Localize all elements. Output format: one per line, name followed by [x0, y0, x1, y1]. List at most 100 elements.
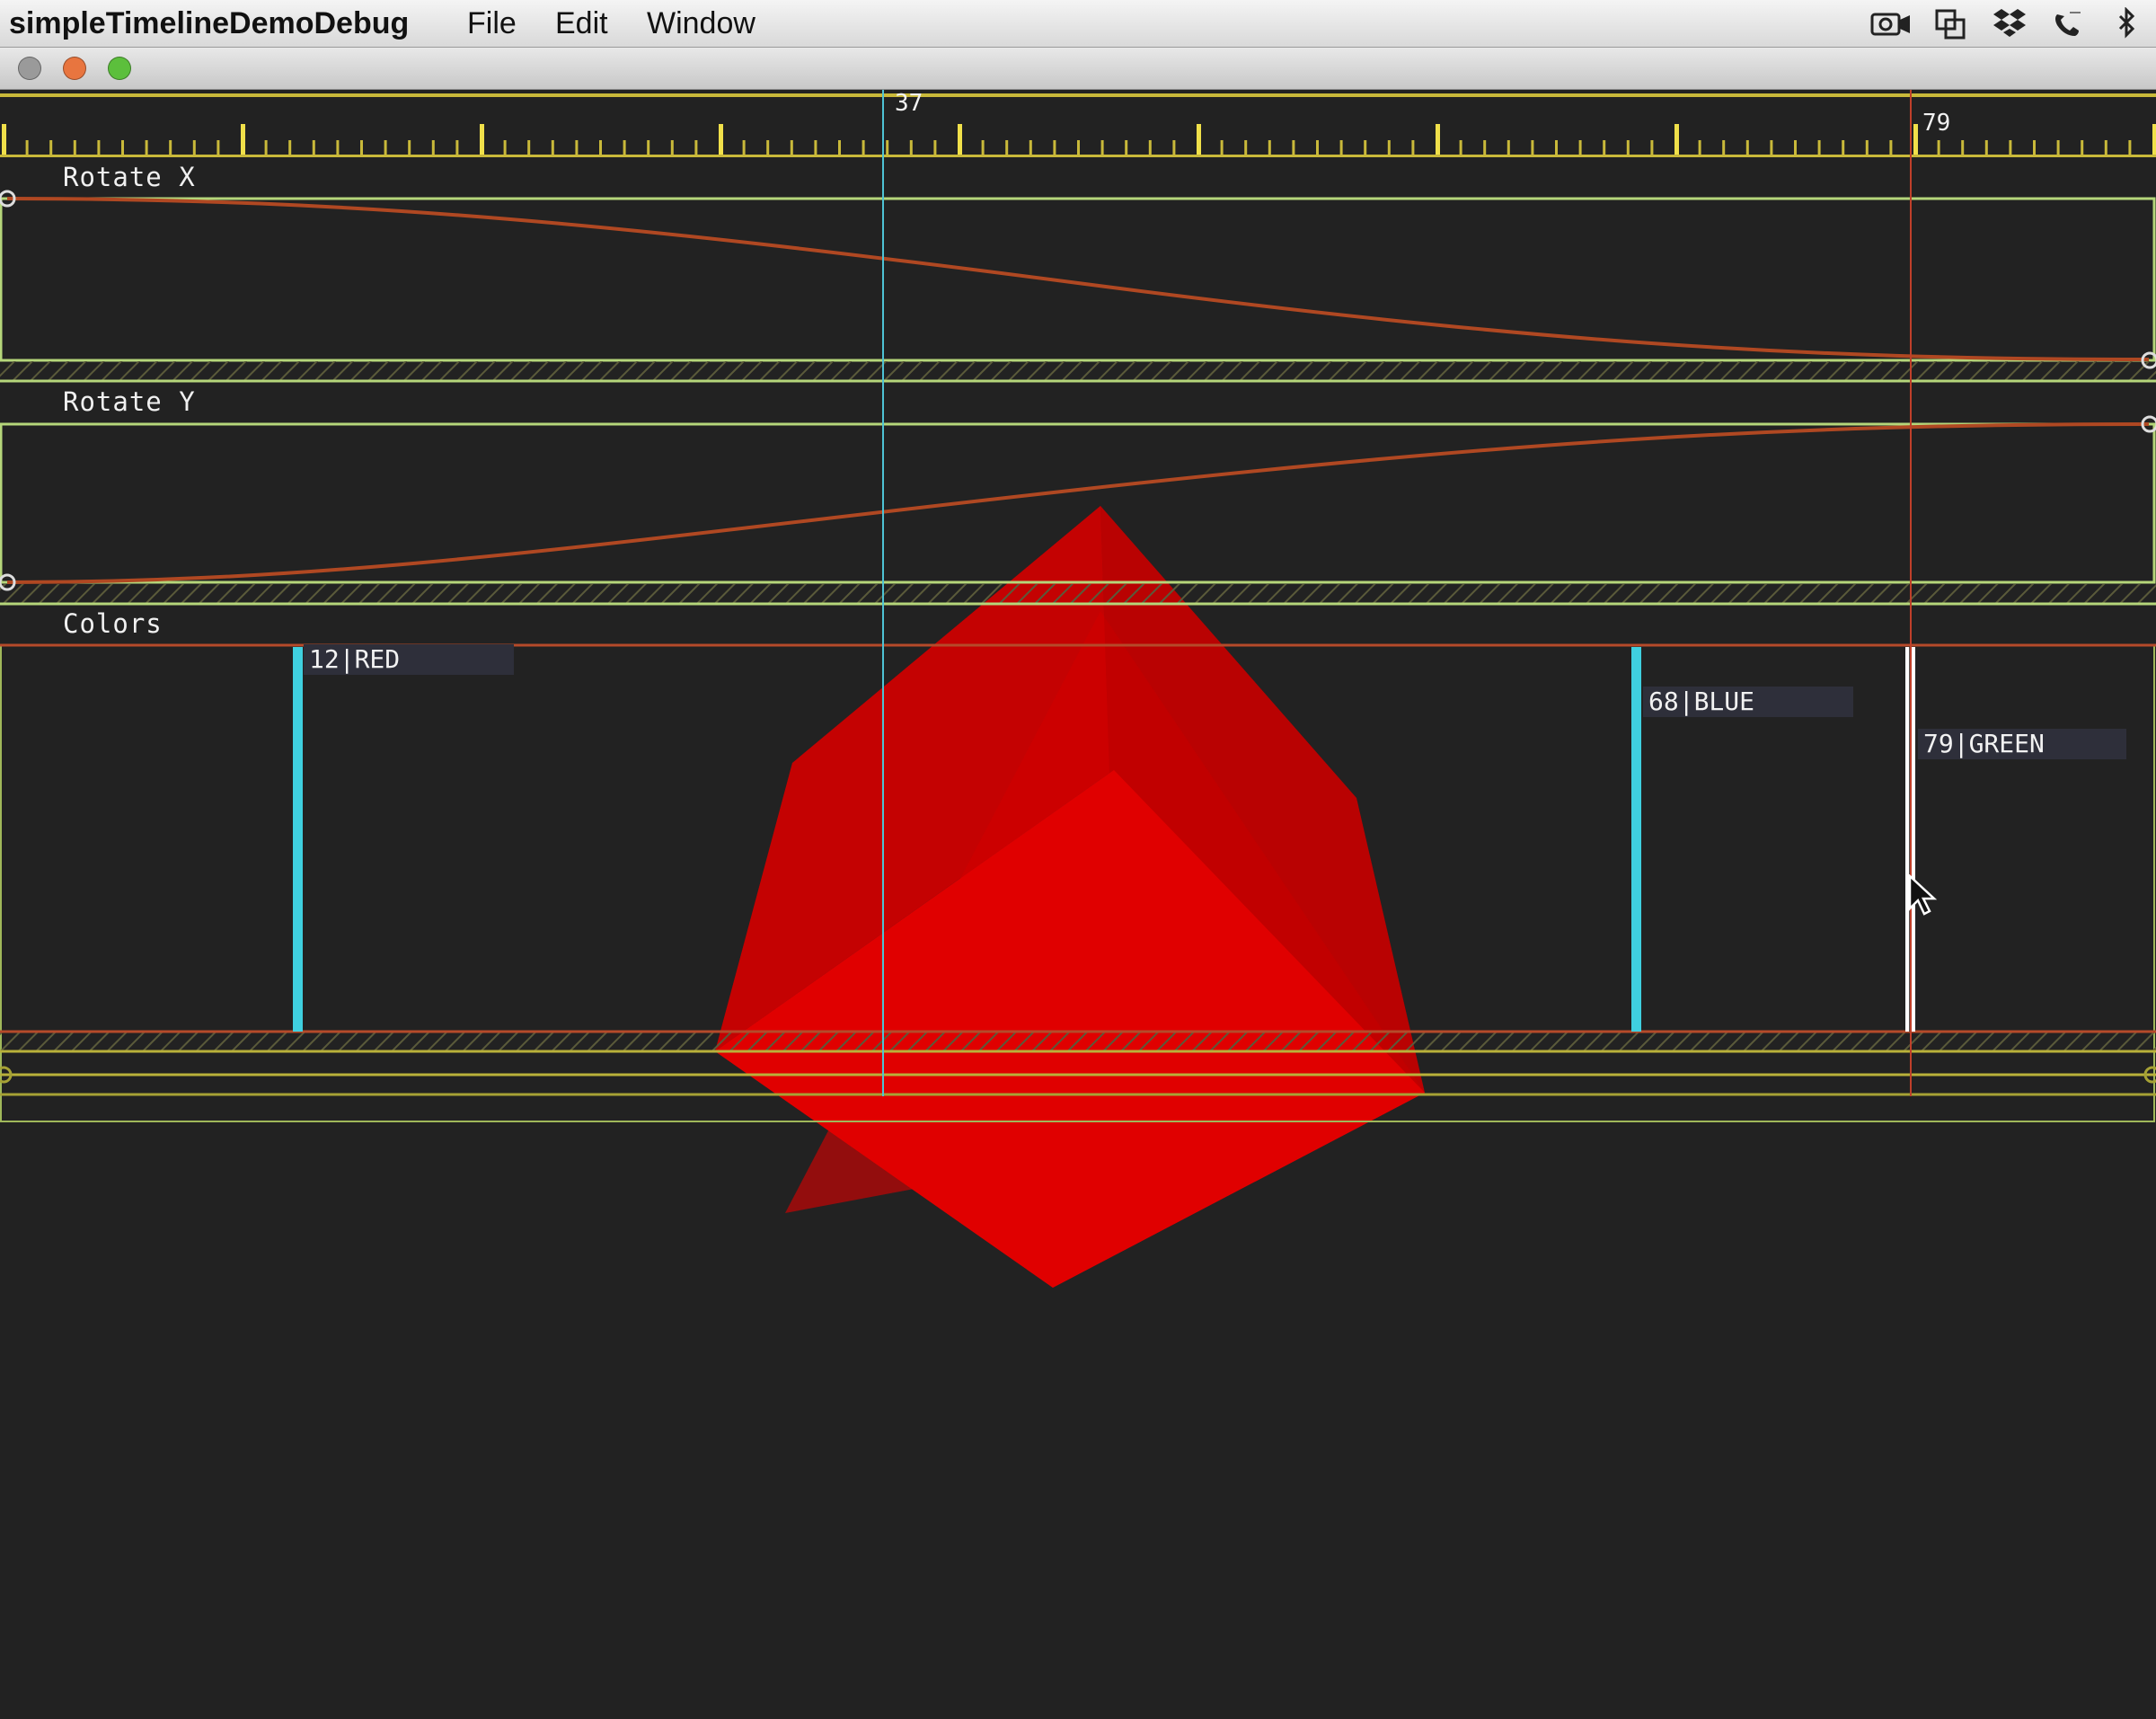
ruler-minor-tick [1865, 140, 1869, 155]
ruler-minor-tick [288, 140, 292, 155]
ruler-minor-tick [1984, 140, 1988, 155]
window-capture-icon[interactable] [1935, 9, 1967, 40]
timeline-scene [0, 90, 2156, 1288]
ruler-minor-tick [1268, 140, 1271, 155]
ruler-minor-tick [1531, 140, 1534, 155]
bluetooth-icon[interactable] [2116, 7, 2138, 40]
ruler-minor-tick [623, 140, 626, 155]
keyframe-label-green[interactable]: 79|GREEN [1918, 729, 2126, 759]
ruler-minor-tick [145, 140, 148, 155]
ruler-minor-tick [431, 140, 435, 155]
zoom-window-button[interactable] [108, 57, 131, 80]
ruler-minor-tick [1817, 140, 1821, 155]
ruler-minor-tick [169, 140, 172, 155]
ruler-minor-tick [575, 140, 579, 155]
ruler-minor-tick [886, 140, 889, 155]
ruler-minor-tick [981, 140, 985, 155]
ruler-minor-tick [1961, 140, 1965, 155]
ruler-minor-tick [503, 140, 507, 155]
ruler-minor-tick [1029, 140, 1032, 155]
ruler-minor-tick [336, 140, 340, 155]
ruler-minor-tick [1770, 140, 1773, 155]
ruler-major-tick [241, 124, 245, 155]
ruler-minor-tick [1125, 140, 1128, 155]
window-titlebar [0, 48, 2156, 90]
ruler-minor-tick [1722, 140, 1726, 155]
rotate-x-curve [6, 197, 2150, 361]
ruler-minor-tick [1244, 140, 1248, 155]
ruler-minor-tick [73, 140, 76, 155]
ruler-major-tick [1197, 124, 1201, 155]
ruler-minor-tick [527, 140, 531, 155]
ruler-minor-tick [814, 140, 817, 155]
ruler-minor-tick [1148, 140, 1152, 155]
timeline-canvas[interactable]: 37 79 Rotate X Rotate Y Colors 12|RED 68… [0, 90, 2156, 1719]
ruler-minor-tick [49, 140, 53, 155]
track-rotate-y-hatch [0, 584, 2156, 604]
ruler-minor-tick [1387, 140, 1391, 155]
ruler-minor-tick [2009, 140, 2012, 155]
track-rotate-x-frame [0, 197, 2156, 362]
keyframe-marker-blue [1631, 647, 1641, 1032]
ruler-minor-tick [1650, 140, 1654, 155]
ruler-major-tick [2152, 124, 2156, 155]
close-window-button[interactable] [18, 57, 41, 80]
track-colors-hatch [0, 1032, 2156, 1051]
dropbox-icon[interactable] [1993, 7, 2027, 40]
ruler-minor-tick [360, 140, 363, 155]
ruler-minor-tick [1172, 140, 1176, 155]
ruler-minor-tick [264, 140, 268, 155]
phone-icon[interactable] [2052, 9, 2084, 40]
ruler-minor-tick [933, 140, 937, 155]
ruler-minor-tick [2033, 140, 2036, 155]
keyframe-marker-red [293, 647, 303, 1032]
ruler-minor-tick [121, 140, 124, 155]
ruler-minor-tick [766, 140, 770, 155]
camera-icon[interactable] [1870, 11, 1912, 38]
ruler-minor-tick [384, 140, 387, 155]
mouse-cursor-icon [1908, 874, 1938, 916]
track-label-rotate-y: Rotate Y [63, 386, 196, 417]
ruler-minor-tick [1937, 140, 1940, 155]
ruler-minor-tick [1555, 140, 1558, 155]
ruler-minor-tick [25, 140, 29, 155]
ruler-minor-tick [1698, 140, 1701, 155]
ruler-minor-tick [909, 140, 913, 155]
ruler-major-tick [1913, 124, 1918, 155]
ruler-minor-tick [694, 140, 698, 155]
ruler-minor-tick [2081, 140, 2084, 155]
ruler-minor-tick [1603, 140, 1606, 155]
ruler-minor-tick [551, 140, 554, 155]
keyframe-label-blue[interactable]: 68|BLUE [1643, 687, 1853, 717]
ruler-minor-tick [1507, 140, 1510, 155]
ruler-minor-tick [2128, 140, 2132, 155]
menu-edit[interactable]: Edit [555, 5, 608, 41]
ruler-minor-tick [1889, 140, 1893, 155]
keyframe-label-red[interactable]: 12|RED [304, 644, 514, 675]
track-rotate-x-hatch [0, 361, 2156, 381]
ruler-top-line [0, 93, 2156, 97]
ruler-minor-tick [1005, 140, 1009, 155]
ruler-minor-tick [1339, 140, 1343, 155]
ruler-minor-tick [647, 140, 650, 155]
ruler-minor-tick [2056, 140, 2060, 155]
ruler-minor-tick [670, 140, 674, 155]
ruler-minor-tick [455, 140, 459, 155]
ruler-minor-tick [312, 140, 315, 155]
ruler-minor-tick [1053, 140, 1056, 155]
app-title[interactable]: simpleTimelineDemoDebug [9, 5, 409, 41]
track-label-rotate-x: Rotate X [63, 162, 196, 192]
current-frame-label: 37 [895, 90, 923, 117]
ruler-major-tick [1674, 124, 1679, 155]
ruler-minor-tick [1411, 140, 1415, 155]
ruler-minor-tick [408, 140, 411, 155]
minimize-window-button[interactable] [63, 57, 86, 80]
ruler-minor-tick [1100, 140, 1104, 155]
ruler-minor-tick [1364, 140, 1367, 155]
menu-window[interactable]: Window [647, 5, 755, 41]
ruler-major-tick [719, 124, 723, 155]
ruler-major-tick [480, 124, 484, 155]
ruler-minor-tick [790, 140, 793, 155]
ruler-baseline [0, 155, 2156, 157]
menu-file[interactable]: File [467, 5, 517, 41]
